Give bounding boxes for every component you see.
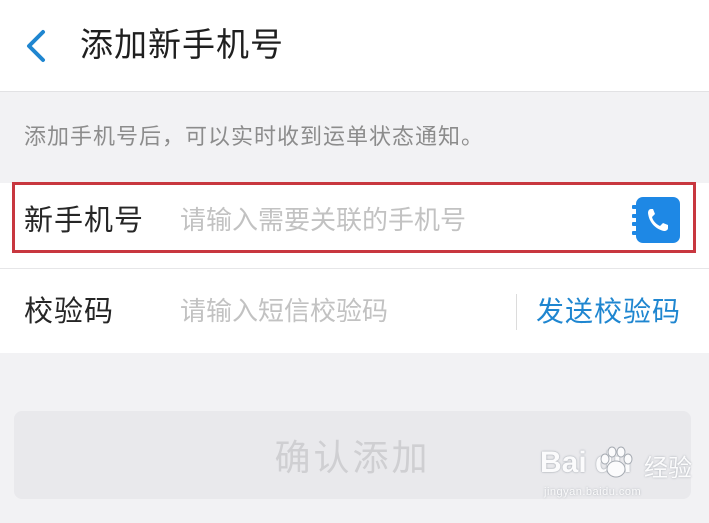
phone-row: 新手机号	[0, 183, 709, 268]
confirm-add-button[interactable]: 确认添加	[14, 411, 691, 499]
code-row: 校验码 发送校验码	[0, 269, 709, 354]
chevron-left-icon	[27, 30, 45, 62]
phone-book-binding	[632, 205, 638, 235]
header-bar: 添加新手机号	[0, 0, 709, 92]
send-code-button[interactable]: 发送校验码	[536, 269, 681, 354]
vertical-separator	[516, 294, 517, 330]
hint-text: 添加手机号后，可以实时收到运单状态通知。	[24, 125, 485, 150]
phone-input[interactable]	[180, 197, 600, 245]
phone-book-icon	[648, 209, 668, 231]
back-button[interactable]	[18, 26, 54, 66]
form-card: 新手机号 校验码 发送校验码	[0, 183, 709, 353]
contact-picker-button[interactable]	[632, 197, 680, 243]
page-title: 添加新手机号	[80, 25, 284, 64]
phone-label: 新手机号	[24, 203, 145, 237]
code-input[interactable]	[180, 288, 500, 336]
code-label: 校验码	[24, 294, 115, 328]
